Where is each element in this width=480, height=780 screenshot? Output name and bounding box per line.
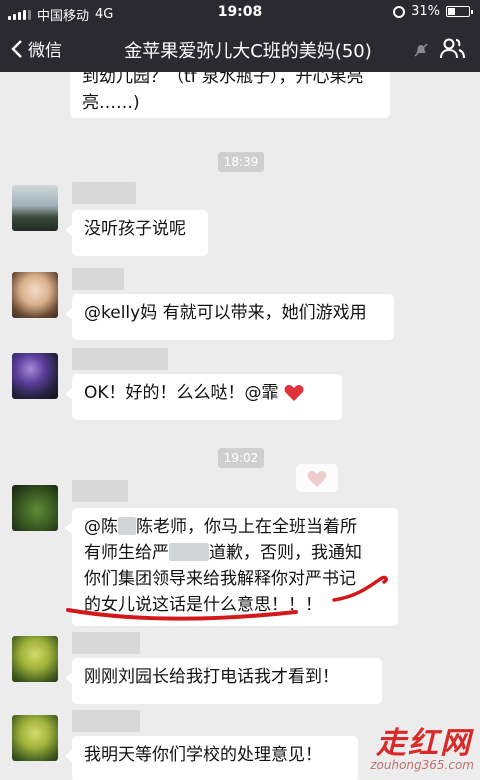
message-text: 刚刚刘园长给我打电话我才看到！ bbox=[84, 667, 339, 687]
battery-icon bbox=[446, 6, 473, 17]
message-bubble[interactable]: 我明天等你们学校的处理意见！ bbox=[65, 736, 358, 780]
battery-percent: 31% bbox=[411, 4, 440, 19]
site-watermark: 走红网 zouhong365.com bbox=[352, 718, 480, 778]
group-members-icon[interactable] bbox=[440, 38, 466, 60]
group-chat-title: 金苹果爱弥儿大C班的美妈(50) bbox=[124, 41, 372, 62]
status-bar: 中国移动 4G 19:08 31% bbox=[0, 0, 480, 26]
sender-name-blurred bbox=[72, 632, 140, 654]
avatar[interactable] bbox=[12, 715, 58, 761]
watermark-logo-text: 走红网 bbox=[376, 726, 472, 761]
chevron-left-icon bbox=[11, 39, 22, 58]
sender-name-blurred bbox=[72, 710, 140, 732]
message-bubble[interactable]: 刚刚刘园长给我打电话我才看到！ bbox=[65, 658, 382, 704]
message-text: 我明天等你们学校的处理意见！ bbox=[84, 745, 322, 765]
watermark-url: zouhong365.com bbox=[370, 758, 474, 772]
chat-header: 微信 金苹果爱弥儿大C班的美妈(50) bbox=[0, 26, 480, 72]
orientation-lock-icon bbox=[393, 5, 406, 18]
avatar[interactable] bbox=[12, 636, 58, 682]
back-button[interactable]: 微信 bbox=[8, 36, 62, 61]
back-label: 微信 bbox=[28, 41, 62, 61]
battery-fill bbox=[448, 8, 455, 15]
mute-bell-icon bbox=[414, 43, 428, 57]
chat-message-area[interactable]: 到幼儿园？（tf 泉水瓶子），开心果亮 亮……) 18:39 没听孩子说呢 @k… bbox=[0, 72, 480, 780]
status-right: 31% bbox=[393, 4, 473, 19]
